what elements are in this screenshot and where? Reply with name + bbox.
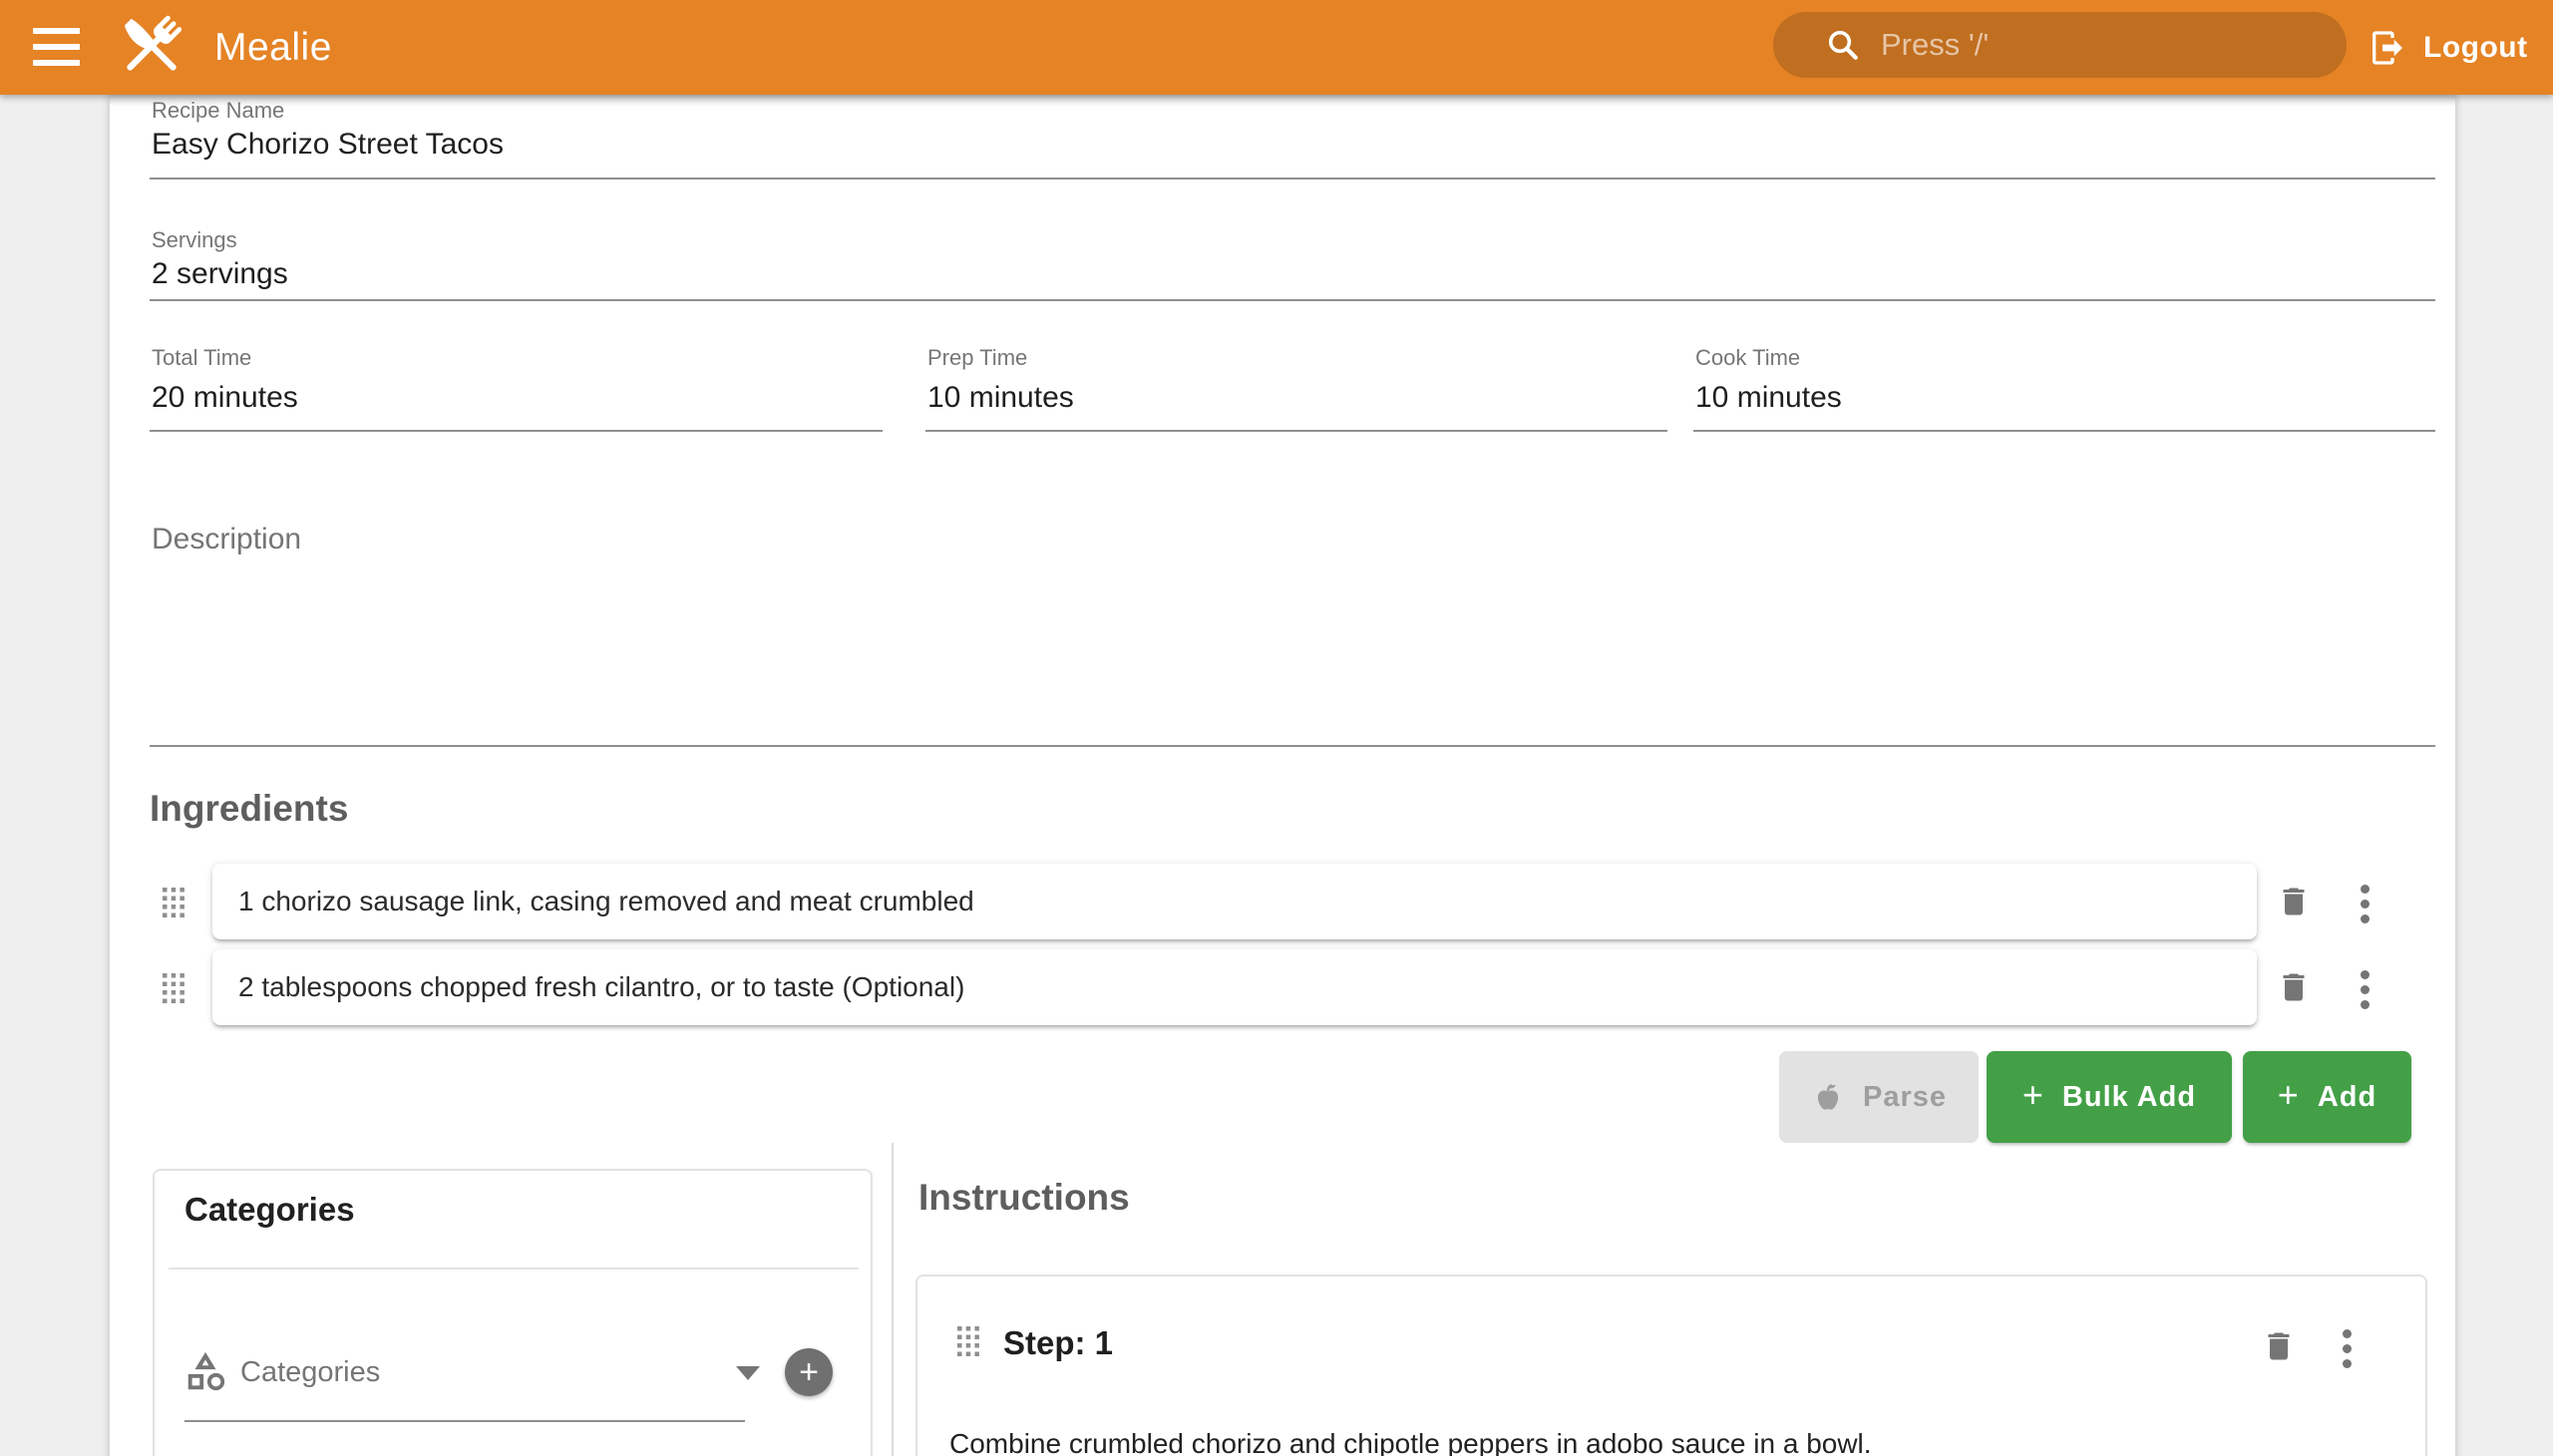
search-icon <box>1825 27 1861 63</box>
description-input[interactable] <box>152 568 2433 733</box>
recipe-name-label: Recipe Name <box>152 98 284 124</box>
parse-button[interactable]: Parse <box>1779 1051 1979 1143</box>
logout-button[interactable]: Logout <box>2368 0 2528 95</box>
cook-time-underline <box>1693 430 2435 432</box>
delete-ingredient-button[interactable] <box>2276 884 2312 922</box>
total-time-underline <box>150 430 883 432</box>
categories-select-underline <box>184 1420 745 1422</box>
ingredient-row <box>212 949 2257 1025</box>
total-time-label: Total Time <box>152 345 251 371</box>
step-menu-icon[interactable] <box>2343 1329 2352 1368</box>
trash-icon <box>2276 969 2312 1005</box>
drag-handle-icon[interactable] <box>163 973 184 1003</box>
drag-handle-icon[interactable] <box>957 1326 979 1356</box>
servings-label: Servings <box>152 227 237 253</box>
add-ingredient-button[interactable]: + Add <box>2243 1051 2411 1143</box>
prep-time-label: Prep Time <box>927 345 1027 371</box>
ingredient-row <box>212 864 2257 939</box>
ingredient-input[interactable] <box>238 971 2231 1003</box>
search-input[interactable] <box>1881 27 2300 63</box>
ingredients-heading: Ingredients <box>150 788 348 830</box>
categories-select[interactable]: Categories <box>240 1356 380 1389</box>
ingredient-menu-icon[interactable] <box>2361 970 2370 1009</box>
column-divider <box>892 1143 894 1456</box>
step-title: Step: 1 <box>1003 1324 1113 1362</box>
mealie-recipe-editor: Mealie Logout Recipe Name Servings Total… <box>0 0 2553 1456</box>
prep-time-underline <box>925 430 1667 432</box>
step-text-input[interactable]: Combine crumbled chorizo and chipotle pe… <box>949 1424 2375 1456</box>
total-time-input[interactable] <box>152 381 850 415</box>
parse-label: Parse <box>1863 1081 1947 1114</box>
ingredient-input[interactable] <box>238 886 2231 917</box>
app-bar: Mealie Logout <box>0 0 2553 95</box>
mealie-logo-icon <box>110 6 193 90</box>
categories-title: Categories <box>184 1191 355 1229</box>
categories-card: Categories Categories + <box>153 1169 873 1456</box>
logout-icon <box>2368 28 2407 68</box>
instructions-heading: Instructions <box>918 1177 1130 1219</box>
ingredient-menu-icon[interactable] <box>2361 885 2370 923</box>
servings-underline <box>150 299 2435 301</box>
cook-time-input[interactable] <box>1695 381 2393 415</box>
plus-icon: + <box>2022 1077 2044 1113</box>
menu-icon[interactable] <box>33 28 80 66</box>
bulk-add-button[interactable]: + Bulk Add <box>1987 1051 2232 1143</box>
drag-handle-icon[interactable] <box>163 888 184 917</box>
delete-step-button[interactable] <box>2261 1328 2297 1367</box>
description-underline <box>150 745 2435 747</box>
search-bar[interactable] <box>1773 12 2347 78</box>
description-label: Description <box>152 523 301 556</box>
shapes-icon <box>182 1348 228 1394</box>
servings-input[interactable] <box>152 257 2346 291</box>
prep-time-input[interactable] <box>927 381 1626 415</box>
apple-icon <box>1811 1080 1845 1114</box>
cook-time-label: Cook Time <box>1695 345 1800 371</box>
logout-label: Logout <box>2423 31 2528 65</box>
appbar-shadow <box>110 95 2455 107</box>
app-title: Mealie <box>214 0 332 95</box>
add-label: Add <box>2318 1081 2376 1114</box>
add-category-button[interactable]: + <box>785 1348 833 1396</box>
trash-icon <box>2261 1328 2297 1364</box>
trash-icon <box>2276 884 2312 919</box>
recipe-name-input[interactable] <box>152 128 2346 162</box>
categories-divider <box>169 1268 859 1270</box>
instruction-step-card: Step: 1 Combine crumbled chorizo and chi… <box>915 1274 2427 1456</box>
plus-icon: + <box>2278 1077 2300 1113</box>
bulk-add-label: Bulk Add <box>2062 1081 2196 1114</box>
recipe-name-underline <box>150 178 2435 180</box>
delete-ingredient-button[interactable] <box>2276 969 2312 1008</box>
chevron-down-icon[interactable] <box>736 1366 760 1380</box>
